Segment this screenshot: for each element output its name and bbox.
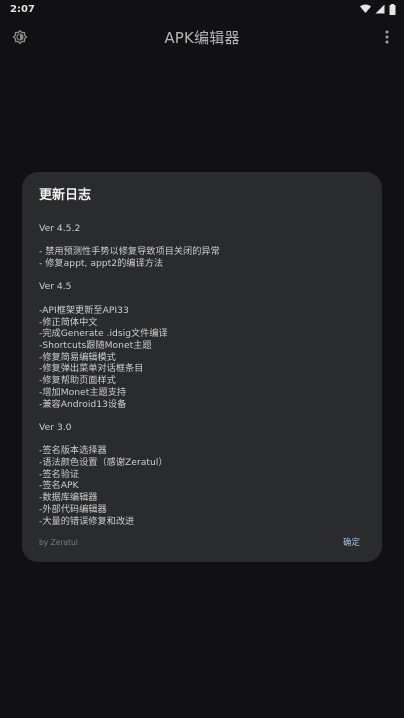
changelog-line: -语法颜色设置（感谢Zeratul）: [39, 456, 168, 468]
changelog-line: -修复简易编辑模式: [39, 351, 116, 363]
changelog-line: -签名APK: [39, 480, 79, 492]
author-credit: by Zeratul: [39, 537, 78, 547]
changelog-line: [39, 434, 364, 446]
changelog-line: [39, 235, 364, 247]
dialog-footer: by Zeratul 确定: [39, 536, 360, 549]
changelog-line: -修复弹出菜单对话框条目: [39, 363, 144, 375]
changelog-line: -修正简体中文: [39, 316, 98, 328]
changelog-line: -兼容Android13设备: [39, 398, 127, 410]
changelog-line: Ver 4.5: [39, 281, 72, 293]
navigation-bar: [0, 708, 404, 718]
changelog-line: Ver 4.5.2: [39, 223, 81, 234]
changelog-line: -增加Monet主题支持: [39, 386, 127, 398]
changelog-line: -外部代码编辑器: [39, 503, 107, 515]
changelog-line: -大量的错误修复和改进: [39, 515, 135, 527]
changelog-line: - 禁用预测性手势以修复导致项目关闭的异常: [39, 246, 220, 258]
changelog-line: -签名验证: [39, 468, 80, 480]
changelog-line: -签名版本选择器: [39, 445, 107, 457]
changelog-body: Ver 4.5.2 - 禁用预测性手势以修复导致项目关闭的异常 - 修复appt, …: [39, 223, 364, 527]
changelog-line: [39, 270, 364, 282]
changelog-line: [39, 410, 364, 422]
changelog-line: -修复帮助页面样式: [39, 375, 116, 387]
changelog-line: -数据库编辑器: [39, 492, 98, 504]
dialog-title: 更新日志: [39, 188, 92, 203]
changelog-line: - 修复appt, appt2的编译方法: [39, 258, 164, 270]
changelog-line: -完成Generate .idsig文件编译: [39, 328, 168, 340]
changelog-line: [39, 293, 364, 305]
changelog-line: -Shortcuts跟随Monet主题: [39, 339, 152, 351]
changelog-line: -API框架更新至API33: [39, 304, 129, 316]
changelog-line: Ver 3.0: [39, 421, 72, 433]
changelog-dialog: 更新日志 Ver 4.5.2 - 禁用预测性手势以修复导致项目关闭的异常 - 修复a…: [22, 172, 382, 562]
ok-button[interactable]: 确定: [343, 536, 360, 548]
